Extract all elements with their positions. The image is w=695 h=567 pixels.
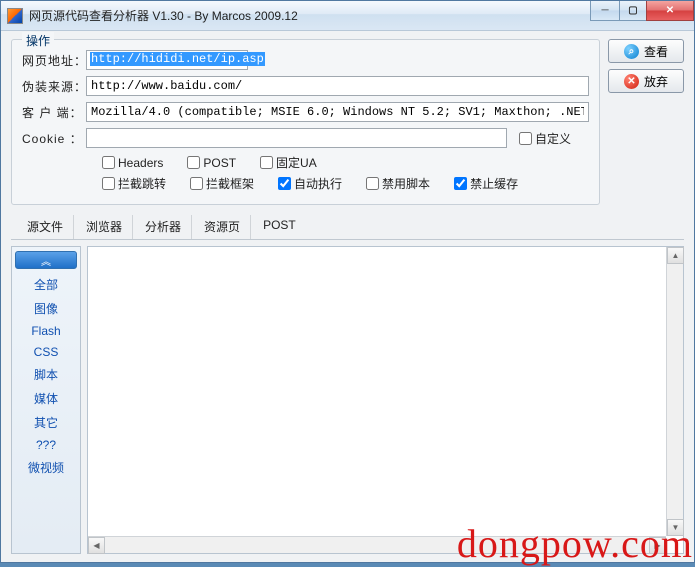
sidebar-item-css[interactable]: CSS <box>15 342 77 362</box>
cookie-row: Cookie ： 自定义 <box>22 128 589 148</box>
sidebar-collapse-button[interactable]: ︽ <box>15 251 77 269</box>
main-view: ▲ ▼ ◀ ▶ <box>87 246 684 554</box>
no-cache-checkbox[interactable]: 禁止缓存 <box>454 175 518 192</box>
tab-source[interactable]: 源文件 <box>17 215 74 239</box>
search-icon: ⌕ <box>624 44 639 59</box>
block-redirect-checkbox[interactable]: 拦截跳转 <box>102 175 166 192</box>
abort-icon: ✕ <box>624 74 639 89</box>
cookie-input[interactable] <box>86 128 507 148</box>
scroll-up-button[interactable]: ▲ <box>667 247 684 264</box>
scroll-right-button[interactable]: ▶ <box>649 537 666 554</box>
app-icon <box>7 8 23 24</box>
tab-analyzer[interactable]: 分析器 <box>135 215 192 239</box>
sidebar-item-all[interactable]: 全部 <box>15 273 77 296</box>
disable-script-checkbox[interactable]: 禁用脚本 <box>366 175 430 192</box>
headers-checkbox[interactable]: Headers <box>102 156 163 170</box>
titlebar[interactable]: 网页源代码查看分析器 V1.30 - By Marcos 2009.12 ─ ▢… <box>1 1 694 31</box>
view-button[interactable]: ⌕ 查看 <box>608 39 684 63</box>
sidebar-item-unknown[interactable]: ??? <box>15 435 77 455</box>
fixed-ua-checkbox[interactable]: 固定UA <box>260 154 317 171</box>
sidebar-item-other[interactable]: 其它 <box>15 411 77 434</box>
resource-sidebar: ︽ 全部 图像 Flash CSS 脚本 媒体 其它 ??? 微视频 <box>11 246 81 554</box>
referer-row: 伪装来源： <box>22 76 589 96</box>
scroll-down-button[interactable]: ▼ <box>667 519 684 536</box>
referer-label: 伪装来源： <box>22 78 80 95</box>
group-legend: 操作 <box>22 32 54 49</box>
block-frame-checkbox[interactable]: 拦截框架 <box>190 175 254 192</box>
ua-label: 客 户 端： <box>22 104 80 121</box>
url-label: 网页地址： <box>22 52 80 69</box>
close-icon: ✕ <box>666 5 674 16</box>
check-row-1: Headers POST 固定UA <box>22 154 589 171</box>
sidebar-item-microvideo[interactable]: 微视频 <box>15 456 77 479</box>
sidebar-item-flash[interactable]: Flash <box>15 321 77 341</box>
app-window: 网页源代码查看分析器 V1.30 - By Marcos 2009.12 ─ ▢… <box>0 0 695 563</box>
post-checkbox[interactable]: POST <box>187 156 236 170</box>
ua-row: 客 户 端： <box>22 102 589 122</box>
maximize-button[interactable]: ▢ <box>619 1 647 21</box>
vertical-scrollbar[interactable]: ▲ ▼ <box>666 247 683 536</box>
custom-checkbox-input[interactable] <box>519 132 532 145</box>
tab-browser[interactable]: 浏览器 <box>76 215 133 239</box>
window-title: 网页源代码查看分析器 V1.30 - By Marcos 2009.12 <box>29 7 298 24</box>
sidebar-item-media[interactable]: 媒体 <box>15 387 77 410</box>
top-section: 操作 网页地址： http://hididi.net/ip.asp 伪装来源： … <box>11 39 684 205</box>
ua-input[interactable] <box>86 102 589 122</box>
minimize-icon: ─ <box>601 5 608 16</box>
sidebar-item-script[interactable]: 脚本 <box>15 363 77 386</box>
operation-group: 操作 网页地址： http://hididi.net/ip.asp 伪装来源： … <box>11 39 600 205</box>
horizontal-scrollbar[interactable]: ◀ ▶ <box>88 536 666 553</box>
window-controls: ─ ▢ ✕ <box>591 1 694 21</box>
url-input-wrap: http://hididi.net/ip.asp <box>86 50 589 70</box>
referer-input[interactable] <box>86 76 589 96</box>
abort-button[interactable]: ✕ 放弃 <box>608 69 684 93</box>
tab-post[interactable]: POST <box>253 215 306 239</box>
close-button[interactable]: ✕ <box>646 1 694 21</box>
cookie-label: Cookie ： <box>22 130 80 147</box>
tab-bar: 源文件 浏览器 分析器 资源页 POST <box>11 211 684 240</box>
maximize-icon: ▢ <box>628 5 637 16</box>
scroll-left-button[interactable]: ◀ <box>88 537 105 554</box>
abort-button-label: 放弃 <box>644 73 668 90</box>
view-button-label: 查看 <box>644 43 668 60</box>
action-buttons: ⌕ 查看 ✕ 放弃 <box>608 39 684 205</box>
custom-checkbox[interactable]: 自定义 <box>519 130 571 147</box>
check-row-2: 拦截跳转 拦截框架 自动执行 禁用脚本 禁止缓存 <box>22 175 589 192</box>
sidebar-item-image[interactable]: 图像 <box>15 297 77 320</box>
client-area: 操作 网页地址： http://hididi.net/ip.asp 伪装来源： … <box>1 31 694 562</box>
url-selection: http://hididi.net/ip.asp <box>90 52 265 66</box>
auto-exec-checkbox[interactable]: 自动执行 <box>278 175 342 192</box>
content-area: ︽ 全部 图像 Flash CSS 脚本 媒体 其它 ??? 微视频 ▲ ▼ ◀… <box>11 246 684 554</box>
tab-resources[interactable]: 资源页 <box>194 215 251 239</box>
url-row: 网页地址： http://hididi.net/ip.asp <box>22 50 589 70</box>
minimize-button[interactable]: ─ <box>590 1 620 21</box>
custom-checkbox-label: 自定义 <box>535 130 571 147</box>
